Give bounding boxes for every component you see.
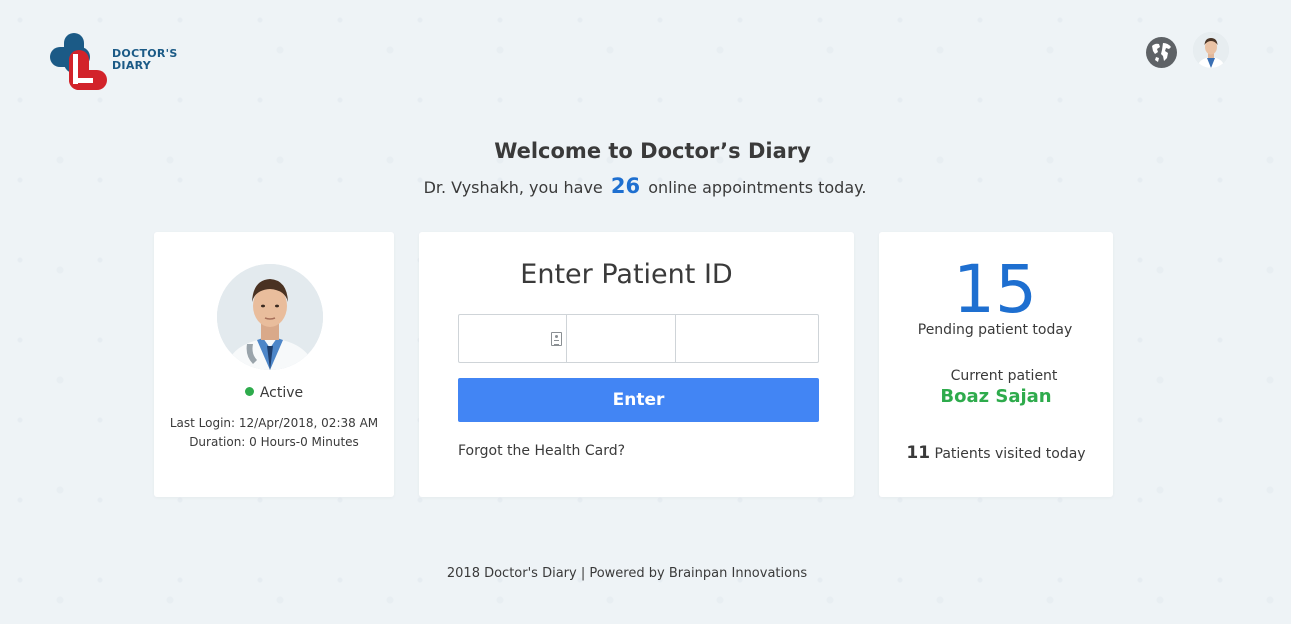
welcome-title: Welcome to Doctor’s Diary — [494, 139, 811, 163]
patient-id-title: Enter Patient ID — [520, 259, 733, 290]
last-login: Last Login: 12/Apr/2018, 02:38 AM — [169, 416, 379, 430]
patient-stats-card: 15 Pending patient today Current patient… — [879, 232, 1113, 497]
globe-icon — [1147, 38, 1176, 67]
welcome-subtitle: Dr. Vyshakh, you have 26 online appointm… — [0, 174, 1290, 198]
patient-id-card: Enter Patient ID Enter Forgot the Health… — [419, 232, 854, 497]
pending-count: 15 — [953, 251, 1037, 328]
current-patient-name[interactable]: Boaz Sajan — [879, 386, 1113, 407]
visited-label: Patients visited today — [934, 446, 1086, 462]
doctor-avatar-icon — [217, 264, 323, 370]
footer-text: 2018 Doctor's Diary | Powered by Brainpa… — [446, 566, 808, 581]
patient-id-field-2[interactable] — [567, 315, 676, 362]
header-avatar[interactable] — [1193, 32, 1229, 68]
appointments-count: 26 — [610, 174, 641, 198]
doctor-profile-card: Active Last Login: 12/Apr/2018, 02:38 AM… — [154, 232, 394, 497]
welcome-subtitle-suffix: online appointments today. — [648, 178, 867, 197]
brand-logo[interactable]: DOCTOR'S DIARY — [49, 32, 178, 92]
enter-button[interactable]: Enter — [458, 378, 819, 422]
patient-id-field-3[interactable] — [676, 315, 818, 362]
user-avatar-icon — [1193, 32, 1229, 68]
status-indicator: Active — [154, 385, 394, 401]
brand-name-line2: DIARY — [112, 59, 152, 72]
forgot-health-card-link[interactable]: Forgot the Health Card? — [458, 443, 625, 459]
welcome-subtitle-prefix: Dr. Vyshakh, you have — [423, 178, 603, 197]
language-button[interactable] — [1146, 37, 1177, 68]
logo-icon — [50, 33, 107, 90]
id-card-icon — [551, 332, 562, 346]
status-dot-icon — [244, 387, 254, 396]
visited-count: 11 — [906, 443, 931, 463]
current-patient-label: Current patient — [950, 368, 1058, 384]
session-duration: Duration: 0 Hours-0 Minutes — [189, 435, 359, 449]
brand-name: DOCTOR'S DIARY — [112, 48, 178, 72]
doctor-photo — [217, 264, 323, 370]
patients-visited: 11 Patients visited today — [879, 443, 1113, 463]
pending-label: Pending patient today — [917, 322, 1073, 338]
status-text: Active — [259, 385, 304, 401]
patient-id-input-group — [458, 314, 819, 363]
